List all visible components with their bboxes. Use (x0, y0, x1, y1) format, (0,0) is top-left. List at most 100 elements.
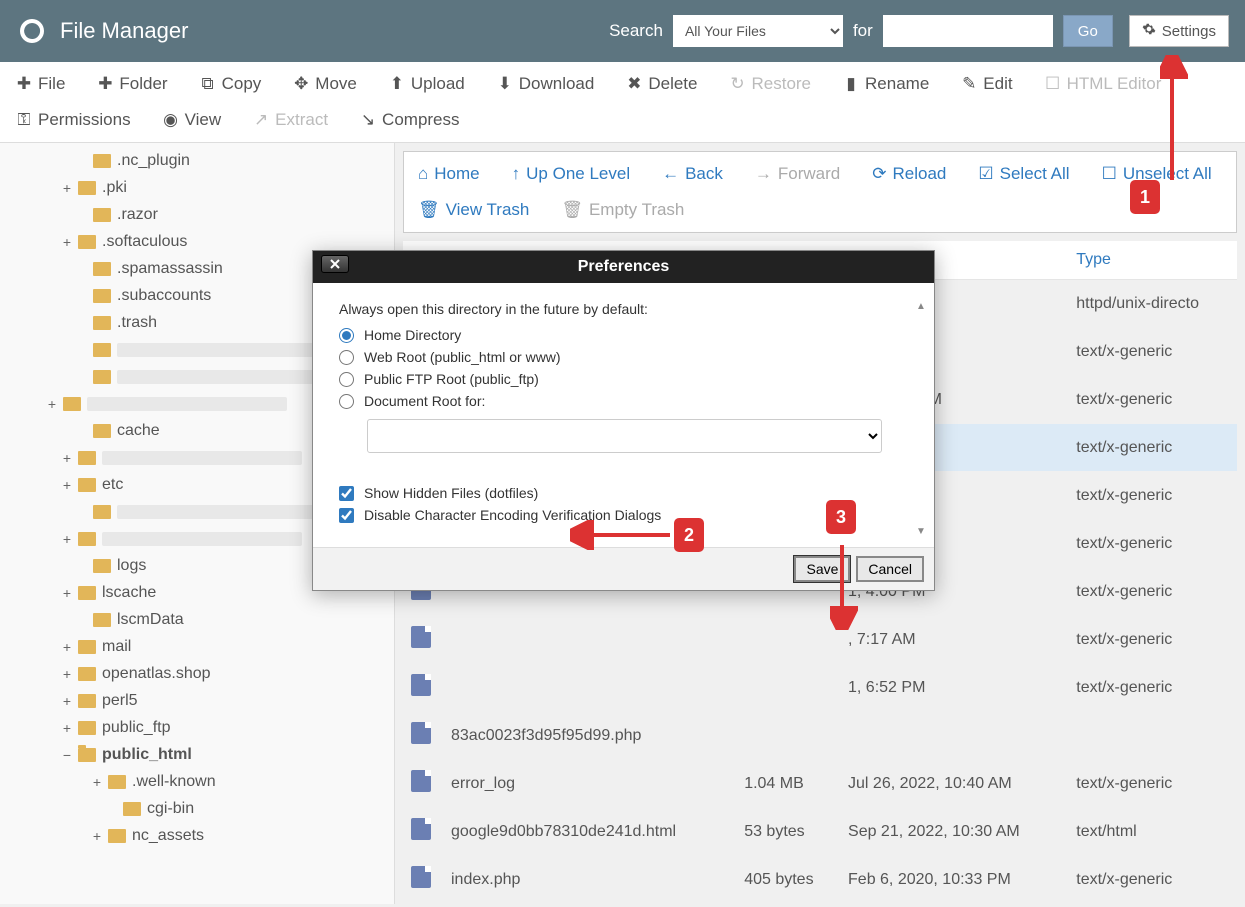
radio-option[interactable]: Document Root for: (339, 393, 908, 409)
radio-input[interactable] (339, 350, 354, 365)
tree-item[interactable]: +nc_assets (0, 822, 394, 849)
toolbar-rename-button[interactable]: ▮Rename (837, 68, 935, 100)
radio-input[interactable] (339, 394, 354, 409)
nav-view-trash-button[interactable]: 🗑View Trash (410, 194, 537, 226)
tree-item[interactable]: −public_html (0, 741, 394, 768)
tree-label (87, 397, 287, 411)
table-row[interactable]: 83ac0023f3d95f95d99.php (403, 712, 1237, 760)
file-type (1068, 712, 1237, 760)
folder-icon (78, 532, 96, 546)
file-date: Mar 30, 2023, 6:53 AM (840, 904, 1068, 905)
radio-option[interactable]: Home Directory (339, 327, 908, 343)
file-type: text/plain (1068, 904, 1237, 905)
tree-toggle-icon[interactable]: + (45, 396, 59, 412)
table-row[interactable]: 1, 6:52 PMtext/x-generic (403, 664, 1237, 712)
radio-option[interactable]: Web Root (public_html or www) (339, 349, 908, 365)
file-name: error_log (443, 760, 736, 808)
annotation-arrow-3 (830, 540, 860, 633)
table-row[interactable]: error_log1.04 MBJul 26, 2022, 10:40 AMte… (403, 760, 1237, 808)
file-name: license.txt (443, 904, 736, 905)
radio-input[interactable] (339, 372, 354, 387)
tree-item[interactable]: +.pki (0, 174, 394, 201)
tree-item[interactable]: +.razor (0, 201, 394, 228)
table-row[interactable]: , 7:17 AMtext/x-generic (403, 616, 1237, 664)
toolbar-move-button[interactable]: ✥Move (287, 68, 363, 100)
tree-item[interactable]: +lscmData (0, 606, 394, 633)
tree-item[interactable]: +mail (0, 633, 394, 660)
go-button[interactable]: Go (1063, 15, 1113, 47)
table-row[interactable]: google9d0bb78310de241d.html53 bytesSep 2… (403, 808, 1237, 856)
tree-label: public_ftp (102, 719, 171, 737)
toolbar-upload-button[interactable]: ⬆Upload (383, 68, 471, 100)
radio-option[interactable]: Public FTP Root (public_ftp) (339, 371, 908, 387)
file-icon (411, 674, 431, 696)
tree-toggle-icon[interactable]: + (60, 477, 74, 493)
close-icon[interactable] (321, 255, 349, 273)
folder-icon (78, 667, 96, 681)
toolbar-view-button[interactable]: ◉View (157, 104, 228, 136)
tree-item[interactable]: +.well-known (0, 768, 394, 795)
file-icon: ▮ (843, 76, 859, 92)
toolbar-copy-button[interactable]: ⧉Copy (194, 68, 268, 100)
toolbar-delete-button[interactable]: ✖Delete (620, 68, 703, 100)
toolbar-html-editor-button: ☐HTML Editor (1039, 68, 1168, 100)
toolbar-edit-button[interactable]: ✎Edit (955, 68, 1018, 100)
toolbar-permissions-button[interactable]: ⚿Permissions (10, 104, 137, 136)
search-input[interactable] (883, 15, 1053, 47)
column-header[interactable]: Type (1068, 241, 1237, 280)
checkbox-input[interactable] (339, 508, 354, 523)
tree-label: .trash (117, 314, 157, 332)
tree-item[interactable]: +perl5 (0, 687, 394, 714)
tree-label (102, 451, 302, 465)
toolbar-folder-button[interactable]: ✚Folder (91, 68, 173, 100)
tree-item[interactable]: +openatlas.shop (0, 660, 394, 687)
search-scope-select[interactable]: All Your Files (673, 15, 843, 47)
annotation-badge-1: 1 (1130, 180, 1160, 214)
tree-item[interactable]: + public_ftp (0, 714, 394, 741)
tree-toggle-icon[interactable]: + (60, 666, 74, 682)
tree-item[interactable]: +.nc_plugin (0, 147, 394, 174)
folder-icon (93, 289, 111, 303)
nav-up-one-level-button[interactable]: ↑Up One Level (504, 158, 638, 190)
settings-button[interactable]: Settings (1129, 15, 1229, 47)
file-size: 1.04 MB (736, 760, 840, 808)
docroot-select[interactable] (367, 419, 882, 453)
tree-toggle-icon[interactable]: + (60, 234, 74, 250)
nav-reload-button[interactable]: ⟳Reload (864, 158, 954, 190)
table-row[interactable]: license.txt19.45 KBMar 30, 2023, 6:53 AM… (403, 904, 1237, 905)
toolbar-compress-button[interactable]: ↘Compress (354, 104, 465, 136)
gear-icon (1142, 22, 1156, 40)
tree-toggle-icon[interactable]: + (90, 828, 104, 844)
tree-toggle-icon[interactable]: + (60, 585, 74, 601)
table-row[interactable]: index.php405 bytesFeb 6, 2020, 10:33 PMt… (403, 856, 1237, 904)
toolbar-download-button[interactable]: ⬇Download (491, 68, 601, 100)
toolbar-file-button[interactable]: ✚File (10, 68, 71, 100)
tree-toggle-icon[interactable]: + (90, 774, 104, 790)
nav-home-button[interactable]: ⌂Home (410, 158, 488, 190)
tree-toggle-icon[interactable]: + (60, 531, 74, 547)
dialog-prompt: Always open this directory in the future… (339, 301, 908, 317)
tree-label (117, 370, 317, 384)
file-type: text/x-generic (1068, 616, 1237, 664)
tree-toggle-icon[interactable]: + (60, 639, 74, 655)
tree-toggle-icon[interactable]: − (60, 747, 74, 763)
tree-item[interactable]: +cgi-bin (0, 795, 394, 822)
nav-back-button[interactable]: ←Back (654, 158, 731, 190)
checkbox-option[interactable]: Show Hidden Files (dotfiles) (339, 485, 908, 501)
cpanel-logo-icon (16, 15, 48, 47)
scrollbar-icon[interactable] (916, 301, 932, 537)
tree-toggle-icon[interactable]: + (60, 720, 74, 736)
radio-input[interactable] (339, 328, 354, 343)
tree-toggle-icon[interactable]: + (60, 180, 74, 196)
up-icon: ↑ (512, 164, 521, 184)
file-date: Feb 6, 2020, 10:33 PM (840, 856, 1068, 904)
checkbox-input[interactable] (339, 486, 354, 501)
cancel-button[interactable]: Cancel (856, 556, 924, 582)
tree-toggle-icon[interactable]: + (60, 450, 74, 466)
tree-label: etc (102, 476, 123, 494)
folder-icon (78, 451, 96, 465)
folder-icon (93, 208, 111, 222)
file-size: 19.45 KB (736, 904, 840, 905)
nav-select-all-button[interactable]: ☑Select All (970, 158, 1077, 190)
tree-toggle-icon[interactable]: + (60, 693, 74, 709)
